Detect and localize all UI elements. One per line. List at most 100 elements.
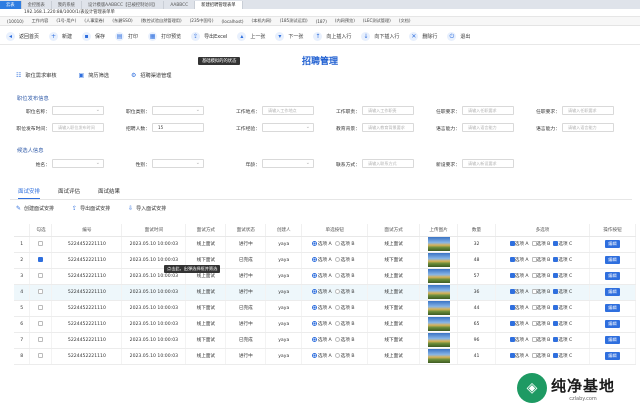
action-button[interactable]: ⇩ 导入面试安排: [128, 205, 166, 212]
action-button[interactable]: ⇪ 导出面试安排: [72, 205, 110, 212]
browser-tab[interactable]: 云表: [0, 1, 22, 9]
toolbar-button[interactable]: + 新建: [49, 32, 72, 41]
bookmark-item[interactable]: (内网预览): [332, 18, 358, 24]
cell-qty[interactable]: 65: [457, 316, 496, 333]
cell-qty[interactable]: 48: [457, 252, 496, 269]
edit-button[interactable]: 编辑: [605, 240, 620, 248]
row-checkbox[interactable]: [38, 289, 44, 294]
row-checkbox[interactable]: [38, 273, 44, 278]
bookmark-item[interactable]: (东爵SSO): [109, 18, 135, 24]
check-option[interactable]: 选项 A: [509, 321, 529, 327]
edit-button[interactable]: 编辑: [605, 352, 620, 360]
subnav-item[interactable]: ☷ 职位需求审核: [16, 72, 57, 79]
form-input[interactable]: 请输入语言能力: [562, 123, 614, 132]
radio-option[interactable]: 选项 A: [311, 273, 332, 279]
form-input[interactable]: ⌄: [52, 106, 104, 115]
bookmark-item[interactable]: (235中国号): [187, 18, 217, 24]
form-input[interactable]: 请输入联系方式: [362, 159, 414, 168]
bookmark-item[interactable]: (LEC测试管理): [360, 18, 394, 24]
browser-tab[interactable]: 设计模版AABBCC【已被控制访问】: [82, 1, 165, 9]
form-input[interactable]: ⌄: [262, 159, 314, 168]
cell-time[interactable]: 2023.05.10 10:00:03: [121, 300, 187, 317]
edit-button[interactable]: 编辑: [605, 336, 620, 344]
radio-option[interactable]: 选项 B: [334, 305, 354, 311]
edit-button[interactable]: 编辑: [605, 320, 620, 328]
browser-tab[interactable]: 新建招聘管理表单: [195, 1, 243, 9]
radio-option[interactable]: 选项 A: [311, 289, 332, 295]
bookmark-item[interactable]: 工作内容: [29, 18, 52, 24]
cell-image[interactable]: [419, 268, 459, 285]
form-input[interactable]: 请输入任职要求: [562, 106, 614, 115]
cell-time[interactable]: 2023.05.10 10:00:03: [121, 316, 187, 333]
radio-option[interactable]: 选项 A: [311, 241, 332, 247]
check-option[interactable]: 选项 C: [553, 353, 572, 359]
edit-button[interactable]: 编辑: [605, 272, 620, 280]
cell-time[interactable]: 2023.05.10 10:00:03: [121, 348, 187, 365]
toolbar-button[interactable]: ✕ 删除行: [409, 32, 437, 41]
cell-mode2[interactable]: 线上面试: [367, 284, 421, 301]
cell-image[interactable]: [419, 348, 459, 365]
cell-image[interactable]: [419, 316, 459, 333]
check-option[interactable]: 选项 A: [509, 305, 529, 311]
cell-time[interactable]: 2023.05.10 10:00:03: [121, 284, 187, 301]
check-option[interactable]: 选项 C: [553, 273, 572, 279]
form-input[interactable]: 请输入工作职责: [362, 106, 414, 115]
bookmark-item[interactable]: (本机内网): [249, 18, 275, 24]
radio-option[interactable]: 选项 A: [311, 257, 332, 263]
form-input[interactable]: ⌄: [262, 123, 314, 132]
browser-tab[interactable]: AABBCC: [164, 1, 196, 9]
check-option[interactable]: 选项 A: [509, 273, 529, 279]
check-option[interactable]: 选项 B: [531, 241, 550, 247]
tab-2[interactable]: 面试结果: [98, 187, 120, 199]
toolbar-button[interactable]: ⇪ 导出Excel: [191, 32, 227, 41]
cell-time[interactable]: 2023.05.10 10:00:03: [121, 236, 187, 253]
check-option[interactable]: 选项 C: [553, 241, 572, 247]
toolbar-button[interactable]: ↓ 向下插入行: [361, 32, 399, 41]
toolbar-button[interactable]: ◂ 返回首页: [6, 32, 39, 41]
form-input[interactable]: 15: [152, 123, 204, 132]
check-option[interactable]: 选项 A: [509, 353, 529, 359]
form-input[interactable]: 请输入任职要求: [462, 106, 514, 115]
check-option[interactable]: 选项 A: [509, 289, 529, 295]
check-option[interactable]: 选项 A: [509, 241, 529, 247]
radio-option[interactable]: 选项 B: [334, 241, 354, 247]
cell-mode2[interactable]: 线上面试: [367, 268, 421, 285]
action-button[interactable]: ✎ 创建面试安排: [16, 205, 54, 212]
radio-option[interactable]: 选项 A: [311, 353, 332, 359]
form-input[interactable]: 请输入新设要求: [462, 159, 514, 168]
check-option[interactable]: 选项 C: [553, 257, 572, 263]
row-checkbox[interactable]: [38, 353, 44, 358]
cell-image[interactable]: [419, 236, 459, 253]
toolbar-button[interactable]: ▾ 下一张: [275, 32, 303, 41]
check-option[interactable]: 选项 B: [531, 321, 550, 327]
check-option[interactable]: 选项 C: [553, 337, 572, 343]
radio-option[interactable]: 选项 B: [334, 273, 354, 279]
row-checkbox[interactable]: [38, 241, 44, 246]
check-option[interactable]: 选项 C: [553, 305, 572, 311]
toolbar-button[interactable]: ▦ 打印预览: [148, 32, 181, 41]
subnav-item[interactable]: ▣ 简历筛选: [79, 72, 109, 79]
radio-option[interactable]: 选项 A: [311, 337, 332, 343]
check-option[interactable]: 选项 B: [531, 353, 550, 359]
form-input[interactable]: 请输入教育背景要求: [362, 123, 414, 132]
check-option[interactable]: 选项 B: [531, 289, 550, 295]
check-option[interactable]: 选项 B: [531, 257, 550, 263]
form-input[interactable]: ⌄: [152, 159, 204, 168]
toolbar-button[interactable]: ▤ 打印: [115, 32, 138, 41]
row-checkbox[interactable]: [38, 257, 44, 262]
bookmark-item[interactable]: (数控试验自然管理用): [138, 18, 185, 24]
subnav-item[interactable]: ⚙ 招聘渠道管理: [131, 72, 172, 79]
cell-mode2[interactable]: 线下面试: [367, 252, 421, 269]
radio-option[interactable]: 选项 B: [334, 257, 354, 263]
address-bar[interactable]: 192.168.1.220:88/1000/1/表设计管理表单单: [0, 9, 640, 17]
form-input[interactable]: 请输入工作地点: [262, 106, 314, 115]
check-option[interactable]: 选项 B: [531, 305, 550, 311]
bookmark-item[interactable]: (文档): [396, 18, 414, 24]
check-option[interactable]: 选项 A: [509, 337, 529, 343]
cell-image[interactable]: [419, 300, 459, 317]
tab-0[interactable]: 面试安排: [18, 187, 41, 199]
cell-qty[interactable]: 57: [457, 268, 496, 285]
form-input[interactable]: ⌄: [52, 159, 104, 168]
cell-qty[interactable]: 32: [457, 236, 496, 253]
radio-option[interactable]: 选项 B: [334, 353, 354, 359]
